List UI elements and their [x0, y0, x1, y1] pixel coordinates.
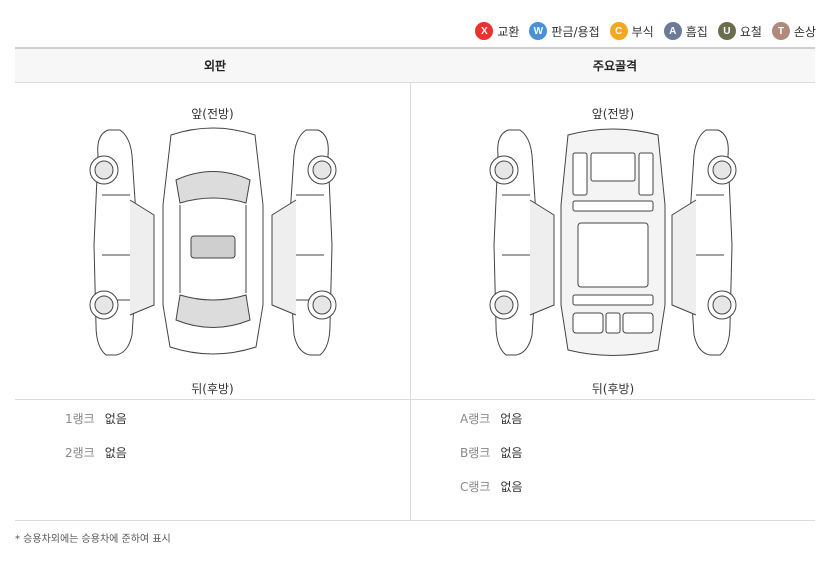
- rank-row: 1랭크 없음: [65, 401, 127, 435]
- rank-name: B랭크: [460, 445, 491, 460]
- panel-bottom-border: [15, 520, 815, 521]
- frame-front-label: 앞(전방): [591, 107, 635, 121]
- legend-label: 흠집: [685, 24, 708, 39]
- left-side-view[interactable]: [489, 129, 555, 356]
- rank-value: 없음: [500, 411, 523, 426]
- legend-item-sheet-metal: W 판금/용접: [529, 22, 600, 40]
- rank-value: 없음: [104, 445, 127, 460]
- legend-label: 요철: [739, 24, 762, 39]
- frame-rear-label: 뒤(후방): [591, 382, 635, 396]
- rank-name: A랭크: [460, 411, 491, 426]
- x-badge-icon: X: [475, 22, 494, 40]
- rank-value: 없음: [500, 479, 523, 494]
- t-badge-icon: T: [771, 22, 790, 40]
- rank-name: 1랭크: [65, 411, 95, 426]
- rank-value: 없음: [500, 445, 523, 460]
- a-badge-icon: A: [663, 22, 682, 40]
- right-side-view[interactable]: [671, 129, 737, 356]
- frame-header: 주요골격: [592, 59, 638, 73]
- exterior-car-diagram[interactable]: [88, 125, 338, 360]
- legend-label: 손상: [793, 24, 816, 39]
- exterior-rear-label: 뒤(후방): [191, 382, 234, 396]
- frame-rank-list: A랭크 없음 B랭크 없음 C랭크 없음: [460, 401, 523, 503]
- rank-row: C랭크 없음: [460, 469, 523, 503]
- diagram-area: 앞(전방) 뒤(후방) 앞(전방) 뒤(후방): [15, 83, 815, 400]
- footnote: * 승용차외에는 승용차에 준하여 표시: [15, 534, 171, 545]
- damage-legend: X 교환 W 판금/용접 C 부식 A 흠집 U 요철 T 손상: [475, 22, 816, 40]
- rank-name: 2랭크: [65, 445, 95, 460]
- u-badge-icon: U: [717, 22, 736, 40]
- legend-item-damage: T 손상: [771, 22, 816, 40]
- w-badge-icon: W: [529, 22, 548, 40]
- frame-diagram: 앞(전방) 뒤(후방): [411, 83, 815, 400]
- legend-item-dent: U 요철: [717, 22, 762, 40]
- frame-skeleton-view[interactable]: [560, 128, 666, 356]
- right-side-view[interactable]: [271, 129, 336, 356]
- panel-header: 외판 주요골격: [15, 49, 815, 83]
- top-view[interactable]: [162, 127, 263, 355]
- legend-label: 판금/용접: [551, 24, 600, 39]
- frame-car-diagram[interactable]: [488, 125, 738, 360]
- inspection-panel: 외판 주요골격 앞(전방) 뒤(후방) 앞(전방) 뒤(후방) 1랭크 없음 2…: [15, 47, 815, 521]
- legend-label: 부식: [631, 24, 654, 39]
- rank-row: 2랭크 없음: [65, 435, 127, 469]
- rank-name: C랭크: [460, 479, 491, 494]
- rank-area: 1랭크 없음 2랭크 없음 A랭크 없음 B랭크 없음 C랭크 없음: [15, 401, 815, 520]
- legend-item-scratch: A 흠집: [663, 22, 708, 40]
- exterior-header: 외판: [203, 59, 227, 73]
- exterior-rank-list: 1랭크 없음 2랭크 없음: [65, 401, 127, 469]
- legend-item-exchange: X 교환: [475, 22, 519, 40]
- exterior-diagram: 앞(전방) 뒤(후방): [15, 83, 410, 400]
- rank-value: 없음: [104, 411, 127, 426]
- rank-row: A랭크 없음: [460, 401, 523, 435]
- c-badge-icon: C: [609, 22, 628, 40]
- rank-row: B랭크 없음: [460, 435, 523, 469]
- legend-item-corrosion: C 부식: [609, 22, 654, 40]
- left-side-view[interactable]: [89, 129, 154, 356]
- legend-label: 교환: [497, 24, 520, 39]
- exterior-front-label: 앞(전방): [191, 107, 234, 121]
